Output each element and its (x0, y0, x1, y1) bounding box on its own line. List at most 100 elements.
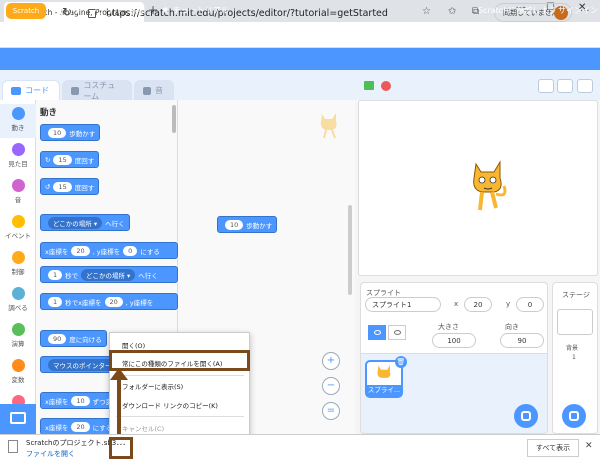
stop-icon[interactable] (381, 81, 391, 91)
direction-input[interactable]: 90 (500, 333, 544, 348)
backdrop-count: 1 (572, 354, 576, 361)
category-color-icon (11, 251, 25, 264)
block-label: 秒でx座標を (65, 298, 102, 307)
block-dropdown[interactable]: どこかの場所 ▾ (48, 216, 103, 229)
category-item[interactable]: 見た目 (0, 140, 36, 174)
y-label: y (506, 300, 511, 308)
show-all-button[interactable]: すべて表示 (527, 439, 579, 457)
block-go-to-xy[interactable]: x座標を 20 , y座標を 0 にする (40, 242, 178, 259)
close-download-bar-icon[interactable]: ✕ (585, 441, 593, 451)
signin-link[interactable]: サインイン (558, 5, 598, 16)
block-dropdown[interactable]: マウスのポインター (48, 358, 113, 371)
menu-tutorial[interactable]: ✺ チュートリアル (162, 5, 229, 16)
block-label: へ行く (138, 271, 158, 280)
workspace-scrollbar[interactable] (348, 205, 352, 295)
block-glide-to[interactable]: 1 秒で どこかの場所 ▾ へ行く (40, 266, 178, 283)
block-input[interactable]: 20 (71, 421, 90, 432)
menu-file[interactable]: ファイル (90, 5, 122, 16)
tab-costume[interactable]: コスチューム (62, 80, 132, 101)
zoom-reset-button[interactable]: = (322, 402, 340, 420)
category-color-icon (11, 359, 25, 372)
block-input[interactable]: 1 (48, 296, 63, 307)
large-stage-button[interactable] (557, 79, 573, 93)
block-input[interactable]: 15 (53, 154, 72, 165)
open-file-link[interactable]: ファイルを開く (26, 449, 75, 459)
block-turn-left[interactable]: ↺ 15 度回す (40, 178, 100, 195)
join-scratch-link[interactable]: Scratchに参加しよう (478, 5, 556, 16)
block-set-x[interactable]: x座標を 20 にする (40, 418, 114, 435)
block-input[interactable]: 10 (48, 127, 67, 138)
block-input[interactable]: 15 (53, 181, 72, 192)
fullscreen-button[interactable] (577, 79, 593, 93)
download-more-button[interactable]: ··· (109, 437, 133, 459)
category-item[interactable]: 動き (0, 104, 36, 138)
tab-sound[interactable]: 音 (134, 80, 174, 100)
zoom-out-button[interactable]: − (322, 377, 340, 395)
category-label: 見た目 (8, 160, 28, 168)
category-color-icon (11, 287, 25, 300)
y-input[interactable]: 0 (516, 297, 544, 312)
block-input[interactable]: 20 (104, 296, 123, 307)
green-flag-icon[interactable] (364, 81, 374, 90)
category-label: 演算 (11, 340, 25, 348)
block-label: 秒で (65, 271, 79, 280)
choose-sprite-button[interactable] (514, 404, 538, 428)
category-item[interactable]: イベント (0, 212, 36, 246)
block-input[interactable]: 0 (123, 245, 138, 256)
menu-edit[interactable]: 編集 (130, 5, 146, 16)
sprite-name-input[interactable]: スプライト1 (365, 297, 441, 312)
speaker-icon (143, 86, 151, 95)
category-item[interactable]: 変数 (0, 356, 36, 390)
extension-icon (10, 412, 26, 424)
category-item[interactable]: 調べる (0, 284, 36, 318)
block-label: x座標を (45, 423, 69, 432)
block-dropdown[interactable]: どこかの場所 ▾ (81, 268, 136, 281)
delete-sprite-icon[interactable]: 🗑 (395, 356, 407, 368)
menu-item-show-in-folder[interactable]: フォルダーに表示(S) (110, 378, 250, 394)
choose-backdrop-button[interactable] (562, 404, 586, 428)
tab-code[interactable]: コード (2, 80, 60, 100)
block-glide-to-xy[interactable]: 1 秒でx座標を 20 , y座標を (40, 293, 178, 310)
block-label: へ行く (105, 219, 125, 228)
block-go-to[interactable]: どこかの場所 ▾ へ行く (40, 214, 130, 231)
block-input[interactable]: 20 (71, 245, 90, 256)
menu-item-copy-link[interactable]: ダウンロード リンクのコピー(K) (110, 397, 250, 413)
lightbulb-icon: ✺ (162, 6, 169, 15)
eye-icon (374, 330, 381, 335)
block-input[interactable]: 90 (48, 333, 67, 344)
block-turn-right[interactable]: ↻ 15 度回す (40, 151, 100, 168)
x-input[interactable]: 20 (464, 297, 492, 312)
category-color-icon (11, 323, 25, 336)
zoom-in-button[interactable]: + (322, 352, 340, 370)
favorite-star-icon[interactable]: ☆ (422, 6, 431, 17)
block-move-steps[interactable]: 10 歩動かす (40, 124, 101, 141)
address-bar-row (0, 22, 600, 48)
show-sprite-button[interactable] (368, 325, 386, 340)
category-item[interactable]: 制御 (0, 248, 36, 282)
sprite-thumbnail[interactable]: スプライ... 🗑 (365, 356, 407, 398)
hide-sprite-button[interactable] (388, 325, 406, 340)
scratch-logo[interactable]: Scratch (6, 3, 46, 19)
block-point-towards[interactable]: マウスのポインター (40, 356, 114, 373)
sprite-thumb-name: スプライ... (367, 385, 401, 396)
block-input[interactable]: 10 (71, 395, 90, 406)
block-label: 度に向ける (69, 335, 102, 344)
block-input[interactable]: 10 (225, 219, 244, 230)
category-item[interactable]: 演算 (0, 320, 36, 354)
category-item[interactable]: 音 (0, 176, 36, 210)
block-input[interactable]: 1 (48, 269, 63, 280)
tab-code-label: コード (25, 86, 49, 95)
small-stage-button[interactable] (538, 79, 554, 93)
cat-sprite-icon[interactable] (466, 158, 510, 214)
block-label: 歩動かす (246, 221, 273, 230)
palette-scrollbar[interactable] (172, 105, 176, 133)
add-extension-button[interactable] (0, 404, 36, 434)
language-menu[interactable]: ▾ (60, 5, 80, 17)
workspace-block-move-steps[interactable]: 10 歩動かす (217, 216, 278, 233)
favorites-bar-icon[interactable]: ✩ (448, 6, 456, 17)
block-change-x[interactable]: x座標を 10 ずつ変える (40, 392, 114, 409)
size-input[interactable]: 100 (432, 333, 476, 348)
stage-thumbnail[interactable] (557, 309, 593, 335)
block-point-direction[interactable]: 90 度に向ける (40, 330, 107, 347)
category-label: 変数 (11, 376, 25, 384)
